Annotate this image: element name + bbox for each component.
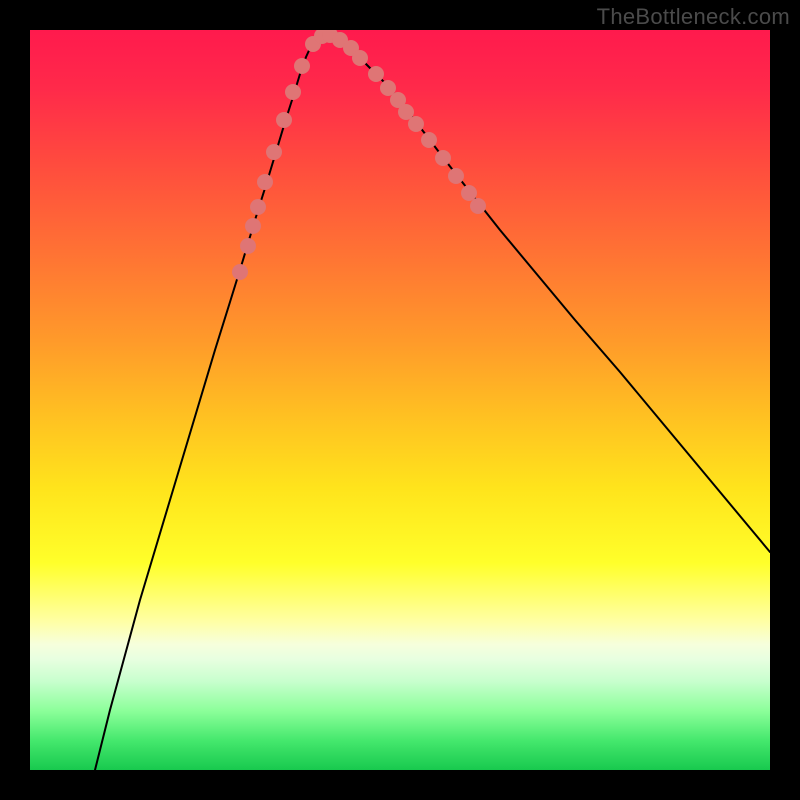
data-marker (294, 58, 310, 74)
data-marker (408, 116, 424, 132)
data-marker (232, 264, 248, 280)
data-marker (470, 198, 486, 214)
data-marker (266, 144, 282, 160)
data-marker (240, 238, 256, 254)
plot-area (30, 30, 770, 770)
attribution-label: TheBottleneck.com (597, 4, 790, 30)
data-marker (448, 168, 464, 184)
data-marker (285, 84, 301, 100)
data-marker (257, 174, 273, 190)
data-marker (276, 112, 292, 128)
data-marker (245, 218, 261, 234)
data-marker (352, 50, 368, 66)
curve-layer (30, 30, 770, 770)
markers (232, 30, 486, 280)
data-marker (435, 150, 451, 166)
data-marker (250, 199, 266, 215)
data-marker (461, 185, 477, 201)
chart-frame: TheBottleneck.com (0, 0, 800, 800)
data-marker (368, 66, 384, 82)
data-marker (421, 132, 437, 148)
